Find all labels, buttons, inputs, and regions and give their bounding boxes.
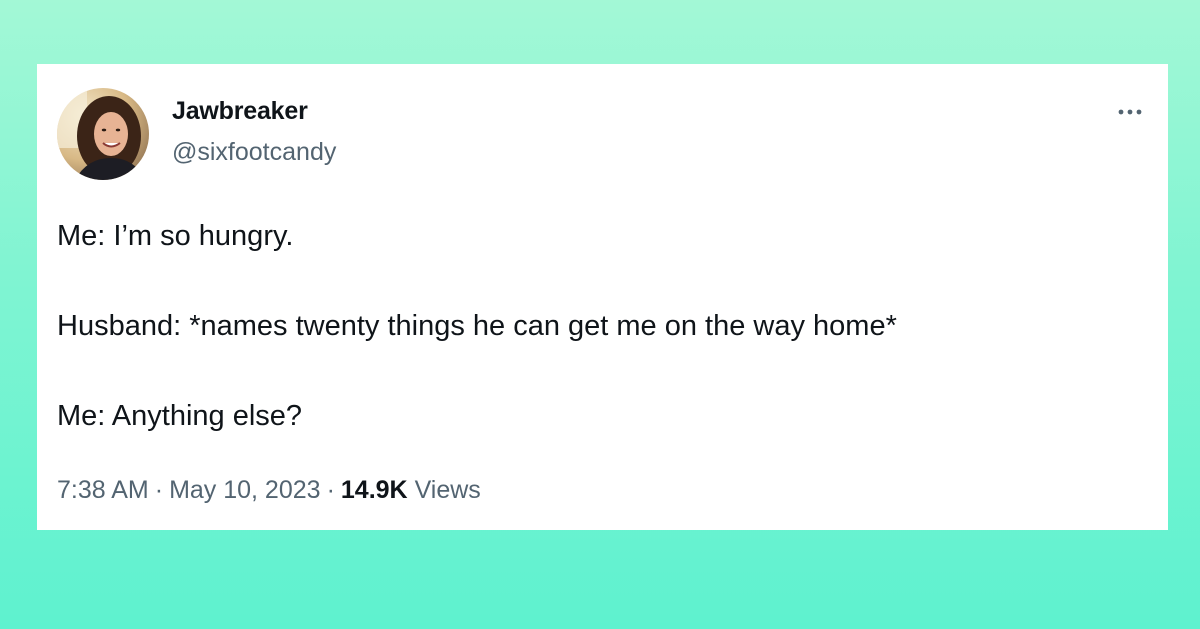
author-avatar[interactable] bbox=[57, 88, 149, 180]
tweet-card: Jawbreaker @sixfootcandy Me: I’m so hung… bbox=[37, 64, 1168, 530]
tweet-time[interactable]: 7:38 AM bbox=[57, 476, 149, 504]
views-count[interactable]: 14.9K bbox=[341, 476, 408, 504]
tweet-metadata: 7:38 AM · May 10, 2023 · 14.9K Views bbox=[57, 476, 481, 505]
views-label: Views bbox=[414, 476, 481, 504]
author-handle[interactable]: @sixfootcandy bbox=[172, 138, 336, 167]
author-display-name[interactable]: Jawbreaker bbox=[172, 97, 308, 126]
tweet-text: Me: I’m so hungry. Husband: *names twent… bbox=[57, 219, 1147, 489]
meta-separator: · bbox=[326, 476, 335, 504]
meta-separator: · bbox=[154, 476, 164, 504]
more-horizontal-icon bbox=[1118, 109, 1142, 115]
more-options-button[interactable] bbox=[1114, 100, 1146, 124]
profile-photo-icon bbox=[57, 88, 149, 180]
tweet-date[interactable]: May 10, 2023 bbox=[169, 476, 321, 504]
tweet-line: Husband: *names twenty things he can get… bbox=[57, 310, 897, 342]
tweet-line: Me: Anything else? bbox=[57, 400, 303, 432]
tweet-line: Me: I’m so hungry. bbox=[57, 220, 294, 252]
